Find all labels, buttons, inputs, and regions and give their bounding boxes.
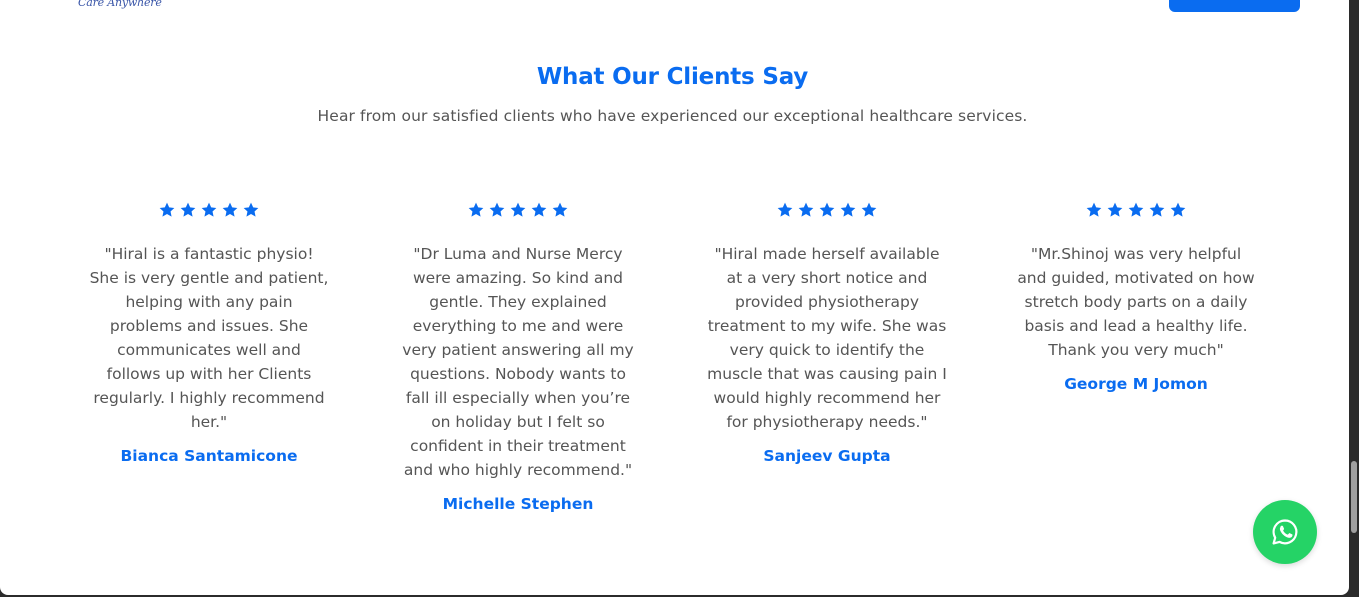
review-card: "Mr.Shinoj was very helpful and guided, … <box>1011 201 1261 393</box>
section-title: What Our Clients Say <box>536 64 809 90</box>
review-author: Sanjeev Gupta <box>763 447 891 465</box>
star-icon <box>158 201 176 221</box>
review-quote: "Mr.Shinoj was very helpful and guided, … <box>1017 245 1255 359</box>
star-icon <box>530 201 548 221</box>
star-rating <box>84 201 334 221</box>
review-author: Michelle Stephen <box>442 495 594 513</box>
star-rating <box>1011 201 1261 221</box>
testimonials-page: Care Anywhere What Our Clients Say Hear … <box>0 0 1349 595</box>
whatsapp-icon <box>1272 519 1298 545</box>
star-icon <box>776 201 794 221</box>
whatsapp-button[interactable] <box>1253 500 1317 564</box>
star-icon <box>200 201 218 221</box>
star-icon <box>839 201 857 221</box>
star-rating <box>393 201 643 221</box>
star-icon <box>242 201 260 221</box>
star-icon <box>1169 201 1187 221</box>
star-rating <box>702 201 952 221</box>
review-author: Bianca Santamicone <box>120 447 298 465</box>
star-icon <box>221 201 239 221</box>
logo[interactable]: Care Anywhere <box>78 0 162 9</box>
star-icon <box>179 201 197 221</box>
header-cta-button[interactable] <box>1169 0 1300 12</box>
section-subtitle: Hear from our satisfied clients who have… <box>317 107 1028 125</box>
review-author: George M Jomon <box>1064 375 1208 393</box>
star-icon <box>1148 201 1166 221</box>
review-card: "Dr Luma and Nurse Mercy were amazing. S… <box>393 201 643 513</box>
review-quote: "Hiral made herself available at a very … <box>707 245 947 431</box>
star-icon <box>488 201 506 221</box>
star-icon <box>860 201 878 221</box>
star-icon <box>1085 201 1103 221</box>
star-icon <box>1106 201 1124 221</box>
star-icon <box>797 201 815 221</box>
review-card: "Hiral made herself available at a very … <box>702 201 952 465</box>
star-icon <box>509 201 527 221</box>
review-card: "Hiral is a fantastic physio! She is ver… <box>84 201 334 465</box>
star-icon <box>467 201 485 221</box>
star-icon <box>818 201 836 221</box>
scrollbar-thumb[interactable] <box>1351 461 1357 533</box>
star-icon <box>1127 201 1145 221</box>
review-quote: "Hiral is a fantastic physio! She is ver… <box>89 245 329 431</box>
star-icon <box>551 201 569 221</box>
review-quote: "Dr Luma and Nurse Mercy were amazing. S… <box>402 245 634 479</box>
